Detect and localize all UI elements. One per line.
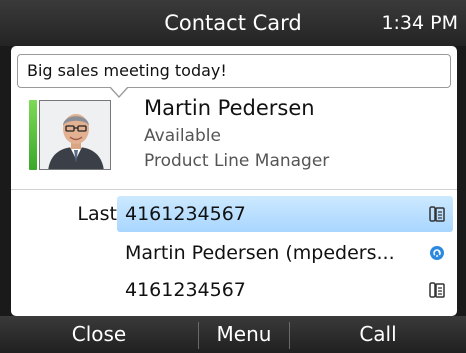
- bubble-tail: [109, 86, 129, 98]
- phone-icon: [429, 282, 445, 298]
- close-button[interactable]: Close: [0, 316, 198, 353]
- phone-icon: [429, 206, 445, 222]
- softkey-bar: Close Menu Call: [0, 316, 466, 353]
- list-item[interactable]: 4161234567: [11, 272, 457, 308]
- avatar-image: [40, 101, 110, 169]
- list-item[interactable]: Martin Pedersen (mpeders...: [11, 235, 457, 271]
- list-item[interactable]: Last 4161234567: [11, 196, 457, 232]
- menu-button[interactable]: Menu: [199, 316, 289, 353]
- divider: [11, 189, 457, 190]
- status-message: Big sales meeting today!: [27, 61, 227, 80]
- clock: 1:34 PM: [381, 12, 458, 34]
- entry-label: Last: [77, 203, 117, 225]
- avatar: [39, 100, 111, 170]
- availability-status: Available: [144, 126, 221, 146]
- chat-icon: [430, 246, 444, 260]
- job-title: Product Line Manager: [144, 151, 330, 171]
- entry-value: Martin Pedersen (mpeders...: [125, 242, 395, 264]
- contact-name: Martin Pedersen: [144, 96, 315, 120]
- contact-card: Big sales meeting today! Martin Pedersen…: [11, 46, 457, 316]
- call-button[interactable]: Call: [290, 316, 466, 353]
- presence-indicator: [29, 100, 37, 170]
- entry-value: 4161234567: [125, 279, 246, 301]
- title-bar: Contact Card 1:34 PM: [0, 0, 466, 46]
- entry-value: 4161234567: [125, 203, 246, 225]
